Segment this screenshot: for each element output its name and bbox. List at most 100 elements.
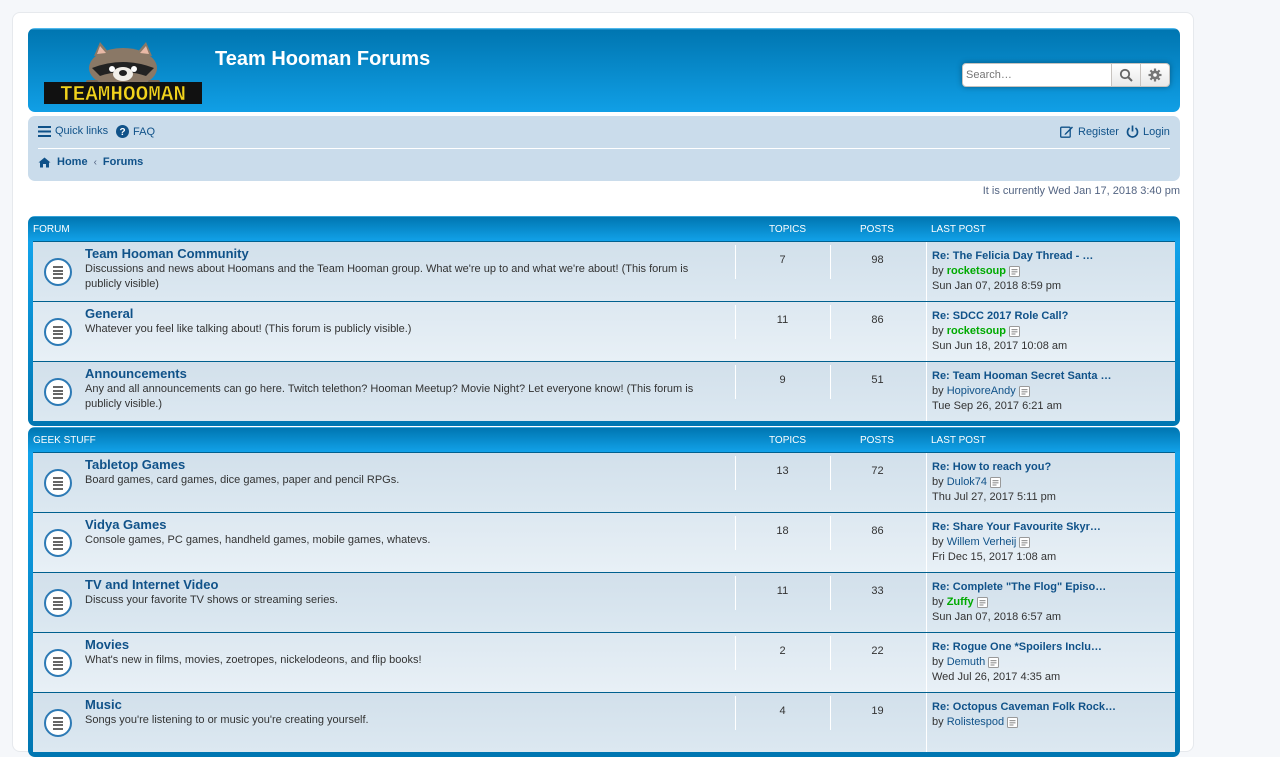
forum-posts-count: 19 — [830, 696, 924, 730]
forum-row: Movies What's new in films, movies, zoetr… — [33, 632, 1175, 692]
forum-name-link[interactable]: Announcements — [85, 366, 187, 381]
forum-read-icon — [44, 709, 72, 737]
last-post-title-link[interactable]: Re: Share Your Favourite Skyr… — [932, 520, 1101, 535]
last-post-author-link[interactable]: Rolistespod — [947, 716, 1004, 728]
forum-read-icon — [44, 649, 72, 677]
forum-name-link[interactable]: Vidya Games — [85, 517, 166, 532]
faq-link[interactable]: ? FAQ — [116, 125, 155, 138]
category-title[interactable]: Geek Stuff — [33, 435, 96, 446]
last-post-by-label: by — [932, 476, 944, 488]
last-post-by-label: by — [932, 716, 944, 728]
site-title[interactable]: Team Hooman Forums — [215, 48, 430, 71]
forum-name-link[interactable]: Tabletop Games — [85, 457, 185, 472]
last-post-author-line: by Willem Verheij — [932, 535, 1101, 550]
last-post-title-link[interactable]: Re: Rogue One *Spoilers Inclu… — [932, 640, 1102, 655]
forum-topics-count: 11 — [735, 305, 829, 339]
forum-read-icon — [44, 529, 72, 557]
search-button[interactable] — [1112, 63, 1141, 87]
forum-topics-count: 2 — [735, 636, 829, 670]
forum-description: Any and all announcements can go here. T… — [85, 383, 694, 410]
register-link[interactable]: Register — [1060, 125, 1119, 138]
forum-row: Tabletop Games Board games, card games, d… — [33, 452, 1175, 512]
home-icon — [38, 157, 51, 167]
site-logo[interactable]: TEAMHOOMAN — [42, 40, 204, 106]
forum-read-icon — [44, 469, 72, 497]
forum-row: Announcements Any and all announcements c… — [33, 361, 1175, 421]
view-latest-post-icon[interactable] — [990, 476, 1002, 488]
last-post-author-link[interactable]: rocketsoup — [947, 265, 1006, 277]
last-post-author-link[interactable]: Zuffy — [947, 596, 974, 608]
view-latest-post-icon[interactable] — [988, 656, 1000, 668]
last-post-title-link[interactable]: Re: Complete "The Flog" Episo… — [932, 580, 1106, 595]
forum-last-post: Re: Octopus Caveman Folk Rock… by Roliste… — [926, 693, 1121, 752]
forum-posts-count: 22 — [830, 636, 924, 670]
search-input[interactable] — [962, 63, 1112, 87]
forum-topics-count: 13 — [735, 456, 829, 490]
breadcrumb: Home ‹ Forums — [38, 156, 143, 168]
forum-read-icon — [44, 318, 72, 346]
column-lastpost-header: Last post — [931, 224, 986, 235]
login-link[interactable]: Login — [1126, 125, 1170, 138]
last-post-title-link[interactable]: Re: SDCC 2017 Role Call? — [932, 309, 1068, 324]
forum-name-link[interactable]: TV and Internet Video — [85, 577, 218, 592]
forum-topics-count: 7 — [735, 245, 829, 279]
nav-links-row: Quick links ? FAQ Register Login — [38, 116, 1170, 149]
search-box — [962, 63, 1170, 87]
view-latest-post-icon[interactable] — [1008, 265, 1020, 277]
forum-name-link[interactable]: General — [85, 306, 133, 321]
forum-description: What's new in films, movies, zoetropes, … — [85, 654, 422, 666]
advanced-search-button[interactable] — [1141, 63, 1170, 87]
last-post-author-line: by rocketsoup — [932, 324, 1068, 339]
login-label: Login — [1143, 125, 1170, 138]
last-post-time: Sun Jan 07, 2018 8:59 pm — [932, 280, 1062, 292]
forum-read-icon — [44, 378, 72, 406]
forum-posts-count: 98 — [830, 245, 924, 279]
forum-description: Discussions and news about Hoomans and t… — [85, 263, 689, 290]
breadcrumb-home[interactable]: Home — [57, 156, 88, 168]
view-latest-post-icon[interactable] — [1019, 536, 1031, 548]
navbar: Quick links ? FAQ Register Login Home ‹ … — [28, 116, 1180, 181]
forum-name-link[interactable]: Movies — [85, 637, 129, 652]
last-post-by-label: by — [932, 656, 944, 668]
forum-name-link[interactable]: Team Hooman Community — [85, 246, 249, 261]
last-post-author-link[interactable]: Dulok74 — [947, 476, 987, 488]
forum-description: Console games, PC games, handheld games,… — [85, 534, 431, 546]
forum-last-post: Re: Share Your Favourite Skyr… by Willem … — [926, 513, 1106, 572]
last-post-title-link[interactable]: Re: How to reach you? — [932, 460, 1056, 475]
forum-topics-count: 11 — [735, 576, 829, 610]
svg-text:?: ? — [119, 127, 125, 138]
current-time: It is currently Wed Jan 17, 2018 3:40 pm — [982, 185, 1180, 197]
forum-row: Vidya Games Console games, PC games, hand… — [33, 512, 1175, 572]
forum-name-link[interactable]: Music — [85, 697, 122, 712]
forum-topics-count: 18 — [735, 516, 829, 550]
column-lastpost-header: Last post — [931, 435, 986, 446]
column-topics-header: Topics — [769, 224, 807, 235]
view-latest-post-icon[interactable] — [1008, 325, 1020, 337]
quick-links-menu[interactable]: Quick links — [38, 125, 108, 137]
last-post-title-link[interactable]: Re: Team Hooman Secret Santa … — [932, 369, 1112, 384]
last-post-author-link[interactable]: Demuth — [947, 656, 986, 668]
last-post-author-link[interactable]: HopivoreAndy — [947, 385, 1016, 397]
last-post-title-link[interactable]: Re: The Felicia Day Thread - … — [932, 249, 1093, 264]
forum-row: Music Songs you're listening to or music … — [33, 692, 1175, 752]
logo-text: TEAMHOOMAN — [60, 84, 186, 106]
category-header: Forum Topics Posts Last post — [33, 216, 1175, 241]
hamburger-icon — [38, 125, 51, 137]
forum-posts-count: 86 — [830, 516, 924, 550]
power-icon — [1126, 125, 1139, 138]
view-latest-post-icon[interactable] — [1007, 716, 1019, 728]
last-post-author-link[interactable]: rocketsoup — [947, 325, 1006, 337]
forum-posts-count: 72 — [830, 456, 924, 490]
forum-row: General Whatever you feel like talking ab… — [33, 301, 1175, 361]
last-post-author-link[interactable]: Willem Verheij — [947, 536, 1017, 548]
column-topics-header: Topics — [769, 435, 807, 446]
category-title[interactable]: Forum — [33, 224, 70, 235]
forum-posts-count: 51 — [830, 365, 924, 399]
view-latest-post-icon[interactable] — [976, 596, 988, 608]
breadcrumb-separator: ‹ — [93, 156, 97, 168]
last-post-time: Sun Jun 18, 2017 10:08 am — [932, 340, 1068, 352]
last-post-title-link[interactable]: Re: Octopus Caveman Folk Rock… — [932, 700, 1116, 715]
breadcrumb-forums[interactable]: Forums — [103, 156, 143, 168]
view-latest-post-icon[interactable] — [1018, 385, 1030, 397]
question-circle-icon: ? — [116, 125, 129, 138]
